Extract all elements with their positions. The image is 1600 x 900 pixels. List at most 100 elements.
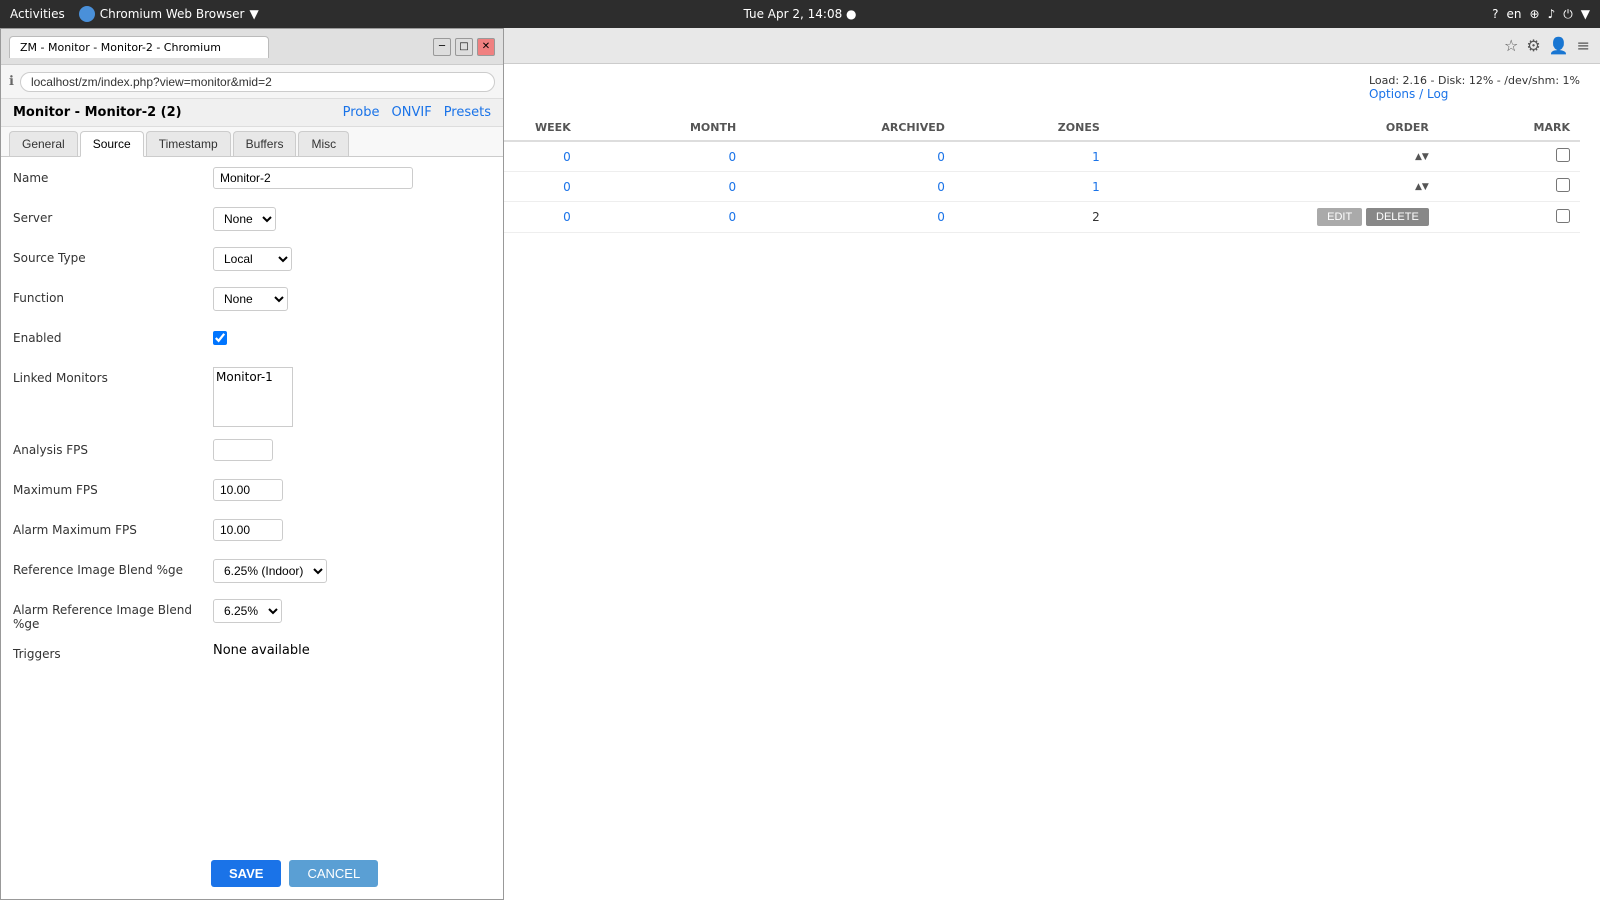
account-icon[interactable]: 👤 xyxy=(1549,36,1569,55)
alarm-max-fps-row: Alarm Maximum FPS xyxy=(13,519,491,547)
browser-name-label: Chromium Web Browser ▼ xyxy=(79,6,259,22)
help-icon[interactable]: ? xyxy=(1492,7,1498,21)
linked-monitors-listbox[interactable]: Monitor-1 xyxy=(213,367,293,427)
tab-timestamp[interactable]: Timestamp xyxy=(146,131,231,156)
server-select[interactable]: None xyxy=(213,207,276,231)
monitor-title: Monitor - Monitor-2 (2) xyxy=(13,105,182,120)
function-select[interactable]: None Monitor Modect Record Mocord Nodect xyxy=(213,287,288,311)
triggers-value: None available xyxy=(213,643,491,658)
order-arrows-0[interactable]: ▲▼ xyxy=(1120,152,1429,162)
enabled-control xyxy=(213,327,491,349)
star-icon[interactable]: ☆ xyxy=(1504,36,1518,55)
maximum-fps-label: Maximum FPS xyxy=(13,479,213,497)
os-topbar: Activities Chromium Web Browser ▼ Tue Ap… xyxy=(0,0,1600,28)
order-arrows-1[interactable]: ▲▼ xyxy=(1120,182,1429,192)
mark-checkbox-2[interactable] xyxy=(1556,209,1570,223)
mark-checkbox-0[interactable] xyxy=(1556,148,1570,162)
mark-checkbox-1[interactable] xyxy=(1556,178,1570,192)
delete-button-2[interactable]: DELETE xyxy=(1366,208,1429,226)
tab-general[interactable]: General xyxy=(9,131,78,156)
tab-misc[interactable]: Misc xyxy=(298,131,349,156)
tab-buffers[interactable]: Buffers xyxy=(233,131,297,156)
zm-options-link[interactable]: Options xyxy=(1369,87,1415,101)
minimize-button[interactable]: ─ xyxy=(433,38,451,56)
browser-icon xyxy=(79,6,95,22)
zm-stats-block: Load: 2.16 - Disk: 12% - /dev/shm: 1% Op… xyxy=(1369,74,1580,101)
monitor-header: Monitor - Monitor-2 (2) Probe ONVIF Pres… xyxy=(1,99,503,127)
function-row: Function None Monitor Modect Record Moco… xyxy=(13,287,491,315)
onvif-link[interactable]: ONVIF xyxy=(392,105,432,120)
alarm-max-fps-label: Alarm Maximum FPS xyxy=(13,519,213,537)
ref-blend-select[interactable]: 6.25% (Indoor) 12.5% 25% 50% xyxy=(213,559,327,583)
cancel-button[interactable]: CANCEL xyxy=(289,860,378,887)
mark-1 xyxy=(1439,172,1580,202)
enabled-checkbox[interactable] xyxy=(213,331,227,345)
maximize-button[interactable]: □ xyxy=(455,38,473,56)
zm-options-links: Options / Log xyxy=(1369,87,1580,101)
save-button[interactable]: SAVE xyxy=(211,860,281,887)
month-1[interactable]: 0 xyxy=(581,172,746,202)
sound-icon: ♪ xyxy=(1548,7,1556,21)
browser-titlebar: ZM - Monitor - Monitor-2 - Chromium ─ □ … xyxy=(1,29,503,65)
name-label: Name xyxy=(13,167,213,185)
form-actions: SAVE CANCEL xyxy=(1,848,503,899)
presets-link[interactable]: Presets xyxy=(444,105,491,120)
th-mark: MARK xyxy=(1439,115,1580,141)
linked-monitors-control: Monitor-1 xyxy=(213,367,491,427)
linked-monitor-item: Monitor-1 xyxy=(216,370,290,384)
lang-label[interactable]: en xyxy=(1507,7,1522,21)
menu-icon[interactable]: ≡ xyxy=(1577,36,1590,55)
close-button[interactable]: ✕ xyxy=(477,38,495,56)
maximum-fps-row: Maximum FPS xyxy=(13,479,491,507)
probe-link[interactable]: Probe xyxy=(343,105,380,120)
order-1: ▲▼ xyxy=(1110,172,1439,202)
maximum-fps-input[interactable] xyxy=(213,479,283,501)
zones-1[interactable]: 1 xyxy=(955,172,1110,202)
ref-blend-row: Reference Image Blend %ge 6.25% (Indoor)… xyxy=(13,559,491,587)
zones-0[interactable]: 1 xyxy=(955,141,1110,172)
month-2[interactable]: 0 xyxy=(581,202,746,233)
zm-stats: Load: 2.16 - Disk: 12% - /dev/shm: 1% xyxy=(1369,74,1580,87)
zones-2[interactable]: 2 xyxy=(955,202,1110,233)
address-bar[interactable] xyxy=(20,72,495,92)
source-type-select[interactable]: Local Remote File FFMpeg Libvlc cURL xyxy=(213,247,292,271)
server-control: None xyxy=(213,207,491,231)
zm-log-link[interactable]: Log xyxy=(1427,87,1448,101)
alarm-max-fps-input[interactable] xyxy=(213,519,283,541)
window-controls: ─ □ ✕ xyxy=(433,38,495,56)
archived-1[interactable]: 0 xyxy=(746,172,955,202)
analysis-fps-input[interactable] xyxy=(213,439,273,461)
edit-button-2[interactable]: EDIT xyxy=(1317,208,1362,226)
order-0: ▲▼ xyxy=(1110,141,1439,172)
th-month: MONTH xyxy=(581,115,746,141)
name-control xyxy=(213,167,491,189)
activities-label[interactable]: Activities xyxy=(10,7,65,21)
triggers-label: Triggers xyxy=(13,643,213,661)
tabs-bar: General Source Timestamp Buffers Misc xyxy=(1,127,503,157)
monitor-links: Probe ONVIF Presets xyxy=(343,105,491,120)
system-icons: ? en ⊕ ♪ ⏻ ▼ xyxy=(1492,7,1590,22)
extension-icon[interactable]: ⚙ xyxy=(1526,36,1540,55)
archived-2[interactable]: 0 xyxy=(746,202,955,233)
chevron-down-icon[interactable]: ▼ xyxy=(1581,7,1590,21)
function-label: Function xyxy=(13,287,213,305)
mark-0 xyxy=(1439,141,1580,172)
alarm-ref-blend-select[interactable]: 6.25% 12.5% 25% 50% xyxy=(213,599,282,623)
browser-tab[interactable]: ZM - Monitor - Monitor-2 - Chromium xyxy=(9,36,269,58)
alarm-max-fps-control xyxy=(213,519,491,541)
linked-monitors-label: Linked Monitors xyxy=(13,367,213,385)
ref-blend-control: 6.25% (Indoor) 12.5% 25% 50% xyxy=(213,559,491,583)
server-label: Server xyxy=(13,207,213,225)
function-control: None Monitor Modect Record Mocord Nodect xyxy=(213,287,491,311)
archived-0[interactable]: 0 xyxy=(746,141,955,172)
enabled-label: Enabled xyxy=(13,327,213,345)
form-body: Name Server None Source Type Local xyxy=(1,157,503,848)
power-icon: ⏻ xyxy=(1563,7,1573,22)
month-0[interactable]: 0 xyxy=(581,141,746,172)
name-input[interactable] xyxy=(213,167,413,189)
th-zones: ZONES xyxy=(955,115,1110,141)
triggers-row: Triggers None available xyxy=(13,643,491,671)
analysis-fps-label: Analysis FPS xyxy=(13,439,213,457)
tab-source[interactable]: Source xyxy=(80,131,144,157)
source-type-row: Source Type Local Remote File FFMpeg Lib… xyxy=(13,247,491,275)
